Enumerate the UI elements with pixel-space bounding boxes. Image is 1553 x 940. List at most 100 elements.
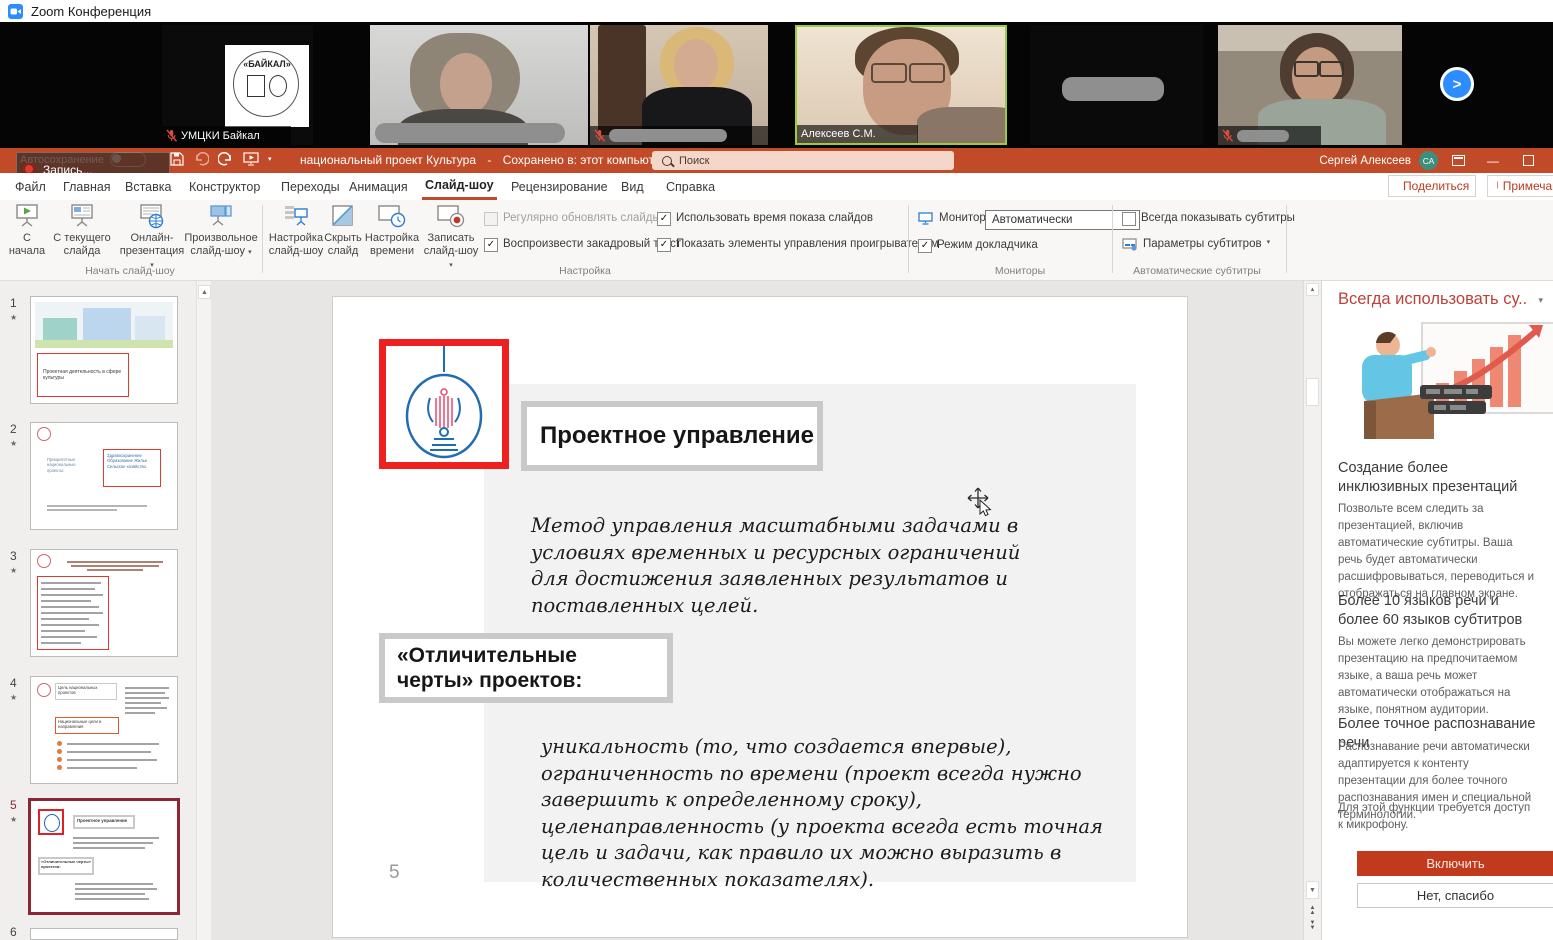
- slide-thumbnail-5-selected[interactable]: Проектное управление «Отличительные черт…: [28, 798, 180, 915]
- minimize-button[interactable]: —: [1478, 148, 1508, 173]
- tab-animations[interactable]: Анимация: [346, 173, 411, 200]
- document-title: национальный проект Культура - Сохранено…: [300, 153, 681, 167]
- participant-tile-5[interactable]: [1030, 25, 1203, 145]
- play-current-icon: [69, 203, 95, 229]
- avatar[interactable]: СА: [1419, 151, 1438, 170]
- checkbox-presenter-view[interactable]: ✓ Режим докладчика: [918, 239, 1038, 253]
- ribbon-display-options-button[interactable]: [1443, 148, 1473, 173]
- checkbox-keep-slides-updated[interactable]: Регулярно обновлять слайды: [484, 212, 661, 226]
- slideshow-icon[interactable]: [243, 152, 259, 166]
- participant-tile-6[interactable]: [1218, 25, 1402, 145]
- lyre-logo-icon: [386, 346, 502, 462]
- play-from-start-icon: [14, 203, 40, 229]
- tab-home[interactable]: Главная: [60, 173, 114, 200]
- setup-show-icon: [283, 203, 309, 229]
- group-label-start: Начать слайд-шоу: [55, 265, 205, 277]
- tab-help[interactable]: Справка: [663, 173, 718, 200]
- scroll-down-button[interactable]: ▼: [1306, 881, 1319, 899]
- rehearse-timings-button[interactable]: Настройка времени: [364, 203, 420, 258]
- tab-slideshow[interactable]: Слайд-шоу: [422, 173, 497, 200]
- participant-tile-umcki[interactable]: «БАЙКАЛ» УМЦКИ Байкал: [162, 25, 313, 145]
- muted-mic-icon: [1222, 129, 1233, 142]
- save-icon[interactable]: [170, 152, 184, 166]
- custom-slideshow-button[interactable]: Произвольное слайд-шоу ▾: [188, 203, 254, 258]
- slide-thumbnail-1[interactable]: Проектная деятельность в сфере культуры: [30, 296, 178, 404]
- redo-icon[interactable]: [218, 152, 234, 166]
- slide-title: Проектное управление: [527, 422, 814, 450]
- slide-logo-box[interactable]: [379, 339, 509, 469]
- checkbox-icon: ✓: [484, 238, 498, 252]
- redacted-name-blur: [375, 123, 565, 143]
- undo-icon[interactable]: [193, 152, 209, 166]
- participant-tile-2[interactable]: [370, 25, 588, 145]
- checkbox-always-show-subtitles[interactable]: Всегда показывать субтитры: [1122, 212, 1295, 226]
- scrollbar-thumb[interactable]: [1306, 378, 1319, 406]
- monitor-dropdown[interactable]: Автоматически ▾: [985, 210, 1140, 230]
- slide-features-list[interactable]: уникальность (то, что создается впервые)…: [541, 734, 1103, 893]
- group-label-setup: Настройка: [540, 265, 630, 277]
- online-presentation-button[interactable]: Онлайн-презентация ▾: [120, 203, 184, 271]
- checkbox-play-narrations[interactable]: ✓ Воспроизвести закадровый текст: [484, 238, 681, 252]
- next-participants-button[interactable]: >: [1440, 67, 1474, 101]
- checkbox-icon: [484, 212, 498, 226]
- slide-thumbnail-3[interactable]: [30, 549, 178, 657]
- qat-more-icon[interactable]: ▾: [268, 155, 272, 163]
- tab-file[interactable]: Файл: [12, 173, 49, 200]
- record-slideshow-button[interactable]: Записать слайд-шоу ▾: [422, 203, 480, 271]
- enable-subtitles-button[interactable]: Включить: [1357, 851, 1553, 876]
- comments-button[interactable]: Примечания: [1487, 175, 1553, 197]
- features-heading: «Отличительные черты» проектов:: [385, 643, 647, 693]
- scroll-up-button[interactable]: ▲: [198, 285, 211, 299]
- slide-thumbnail-2[interactable]: Приоритетные национальные проекты: Здрав…: [30, 422, 178, 530]
- slide-thumbnail-6[interactable]: [30, 928, 178, 940]
- decline-subtitles-button[interactable]: Нет, спасибо: [1357, 883, 1553, 908]
- section-heading: Создание более инклюзивных презентаций: [1338, 459, 1540, 497]
- previous-slide-button[interactable]: ▲ ▲: [1306, 906, 1319, 916]
- slide-page-number: 5: [389, 862, 400, 884]
- from-beginning-button[interactable]: С начала: [6, 203, 48, 258]
- slide-definition-text[interactable]: Метод управления масштабными задачами в …: [531, 513, 1051, 619]
- participant-name: УМЦКИ Байкал: [181, 130, 260, 142]
- current-slide[interactable]: Проектное управление Метод управления ма…: [332, 296, 1188, 938]
- monitor-icon: [918, 212, 934, 225]
- editor-scrollbar[interactable]: ▲ ▼ ▲ ▲ ▼ ▼: [1303, 281, 1321, 940]
- dropdown-caret-icon: ▾: [248, 249, 252, 256]
- setup-slideshow-button[interactable]: Настройка слайд-шоу: [268, 203, 324, 258]
- subtitle-settings-button[interactable]: Параметры субтитров ▾: [1122, 238, 1270, 251]
- up-arrow-icon: ▲: [1306, 911, 1319, 916]
- monitor-row: Монитор:: [918, 212, 989, 225]
- search-icon: [662, 156, 672, 166]
- thumbnails-scrollbar[interactable]: ▲: [196, 281, 211, 940]
- group-label-subtitles: Автоматические субтитры: [1122, 265, 1272, 277]
- user-name: Сергей Алексеев: [1319, 155, 1411, 167]
- tab-view[interactable]: Вид: [618, 173, 647, 200]
- slide-thumbnails-pane: 1 ★ Проектная деятельность в сфере культ…: [0, 281, 196, 940]
- group-label-monitors: Мониторы: [975, 265, 1065, 277]
- share-button[interactable]: Поделиться: [1388, 175, 1476, 197]
- tab-insert[interactable]: Вставка: [122, 173, 174, 200]
- hide-slide-button[interactable]: Скрыть слайд: [322, 203, 364, 258]
- record-icon: [437, 203, 465, 229]
- account-area[interactable]: Сергей Алексеев СА: [1319, 151, 1438, 170]
- section-body: Позвольте всем следить за презентацией, …: [1338, 501, 1538, 603]
- pane-menu-caret-icon[interactable]: ▾: [1538, 295, 1543, 306]
- search-input[interactable]: Поиск: [652, 151, 954, 170]
- checkbox-use-timings[interactable]: ✓ Использовать время показа слайдов: [657, 212, 873, 226]
- tab-review[interactable]: Рецензирование: [508, 173, 611, 200]
- slide-features-heading-box[interactable]: «Отличительные черты» проектов:: [379, 633, 673, 703]
- scroll-up-button[interactable]: ▲: [1306, 283, 1319, 296]
- restore-button[interactable]: [1513, 148, 1543, 173]
- checkbox-show-media-controls[interactable]: ✓ Показать элементы управления проигрыва…: [657, 238, 939, 252]
- from-current-slide-button[interactable]: С текущего слайда: [50, 203, 114, 258]
- participant-tile-alekseev[interactable]: Алексеев С.М.: [795, 25, 1007, 145]
- checkbox-icon: ✓: [918, 239, 932, 253]
- tab-design[interactable]: Конструктор: [186, 173, 263, 200]
- next-slide-button[interactable]: ▼ ▼: [1306, 921, 1319, 931]
- slide-thumbnail-4[interactable]: Цель национальных проектов Национальные …: [30, 676, 178, 784]
- save-status[interactable]: Сохранено в: этот компьютер: [503, 153, 668, 167]
- slide-title-box[interactable]: Проектное управление: [521, 401, 823, 471]
- tab-transitions[interactable]: Переходы: [278, 173, 343, 200]
- mouse-move-cursor: [966, 486, 996, 518]
- restore-icon: [1523, 155, 1534, 166]
- participant-tile-3[interactable]: [590, 25, 768, 145]
